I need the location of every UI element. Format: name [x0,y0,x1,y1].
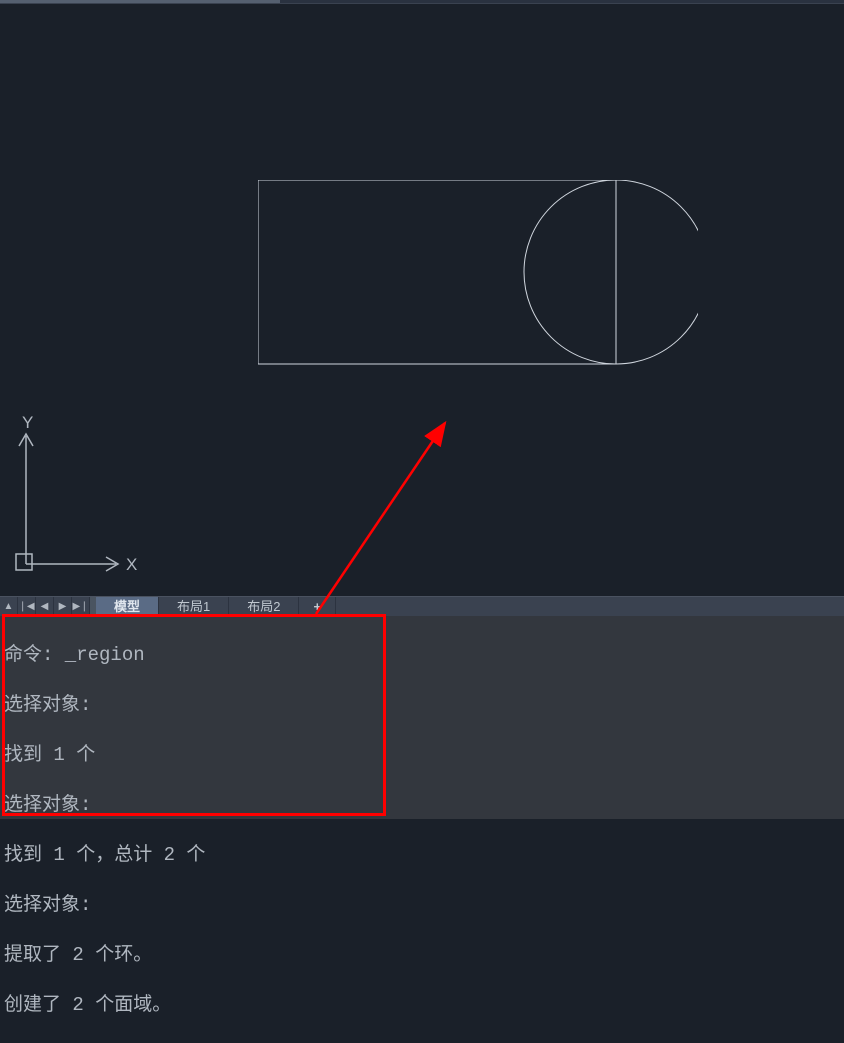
tab-nav-first[interactable]: ❘◀ [18,597,36,617]
command-line: 选择对象: [4,893,838,918]
tab-nav-last[interactable]: ▶❘ [72,597,90,617]
tab-model[interactable]: 模型 [96,597,159,617]
layout-tabs: ▲ ❘◀ ◀ ▶ ▶❘ 模型 布局1 布局2 + [0,596,844,616]
command-line-panel[interactable]: 命令: _region 选择对象: 找到 1 个 选择对象: 找到 1 个，总计… [0,616,844,819]
tab-nav-up[interactable]: ▲ [0,597,18,617]
tab-nav-prev[interactable]: ◀ [36,597,54,617]
command-line: 提取了 2 个环。 [4,943,838,968]
command-line: 创建了 2 个面域。 [4,993,838,1018]
ucs-x-label: X [126,555,137,574]
drawing-canvas[interactable]: Y X [0,4,844,596]
command-line: 找到 1 个 [4,743,838,768]
cad-drawing [258,180,698,370]
command-line: 选择对象: [4,793,838,818]
ucs-icon: Y X [8,416,148,576]
tab-nav-next[interactable]: ▶ [54,597,72,617]
top-bar-accent [0,0,280,3]
tab-add[interactable]: + [299,597,336,617]
tab-layout2[interactable]: 布局2 [229,597,299,617]
command-line: 命令: _region [4,643,838,668]
drawing-shapes [258,180,698,380]
tab-layout1[interactable]: 布局1 [159,597,229,617]
command-line: 找到 1 个，总计 2 个 [4,843,838,868]
command-line: 选择对象: [4,693,838,718]
ucs-y-label: Y [22,416,33,432]
